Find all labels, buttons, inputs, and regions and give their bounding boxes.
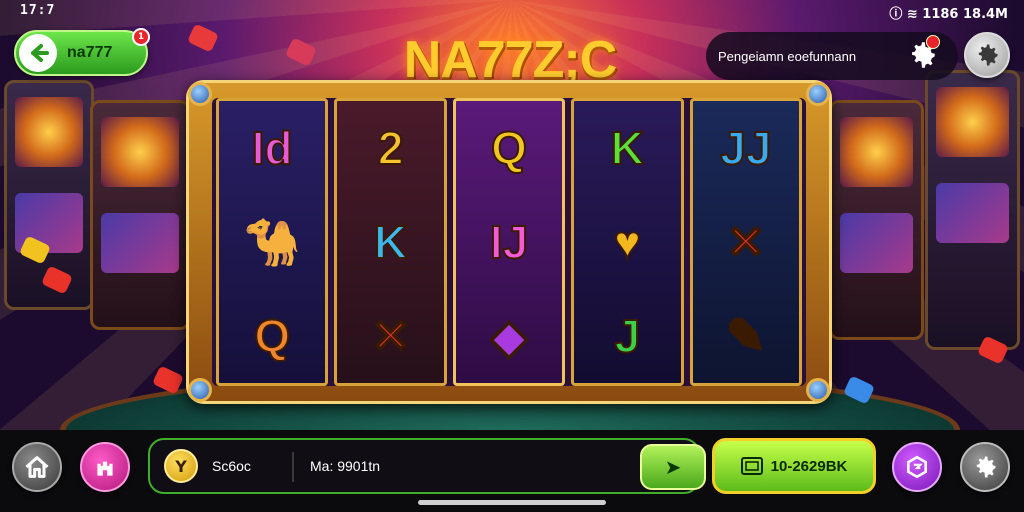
reel-column-1: Id 🐪 Q (216, 98, 329, 386)
reel-symbol: 🐪 (229, 201, 315, 283)
home-icon (25, 456, 49, 478)
reel-symbol-label: 🐪 (243, 215, 302, 269)
settings-gear-icon[interactable] (902, 35, 942, 75)
back-arrow-icon (19, 34, 57, 72)
wallet-icon (740, 457, 763, 475)
info-divider (292, 452, 294, 482)
frame-corner-gem (188, 82, 212, 106)
reel-symbol: Id (229, 107, 315, 189)
reel-symbol-label: ✕ (726, 215, 767, 269)
settings-button-bottom[interactable] (960, 442, 1010, 492)
reel-symbol-label: K (610, 121, 645, 175)
gear-icon (976, 456, 996, 478)
reel-symbol-label: Q (490, 121, 528, 175)
frame-corner-gem (806, 378, 830, 402)
reel-symbol-label: JJ (719, 121, 772, 175)
reel-symbol: IJ (466, 201, 552, 283)
reel-symbol-label: ◆ (490, 309, 527, 363)
coin-label: Sc6oc (212, 458, 251, 474)
frame-corner-gem (806, 82, 830, 106)
reel-symbol: 2 (348, 107, 434, 189)
reel-column-4: K ♥ J (571, 98, 684, 386)
reel-symbol: Q (229, 295, 315, 377)
reel-grid: Id 🐪 Q 2 K ✕ Q IJ ◆ K ♥ J JJ ✕ ✎ (212, 98, 806, 386)
gear-badge (926, 35, 940, 49)
slot-cabinet-right-1 (925, 70, 1020, 350)
castle-icon (97, 461, 113, 476)
reel-symbol-label: ✎ (726, 309, 767, 363)
hexagon-menu-icon (907, 455, 927, 479)
reel-symbol-label: Q (253, 309, 291, 363)
reel-column-5: JJ ✕ ✎ (689, 98, 803, 386)
balance-value: 10-2629BK (770, 457, 848, 475)
reel-symbol: ✕ (348, 295, 434, 377)
promo-text: Pengeiamn eoefunnann (718, 48, 857, 64)
home-indicator[interactable] (418, 500, 606, 505)
reel-symbol: ✎ (703, 295, 789, 377)
reel-symbol: K (348, 201, 434, 283)
home-button[interactable] (12, 442, 62, 492)
balance-button[interactable]: 10-2629BK (712, 438, 876, 494)
reel-symbol-label: IJ (489, 215, 529, 269)
settings-button[interactable] (964, 32, 1010, 78)
reel-column-3: Q IJ ◆ (452, 98, 566, 386)
reel-symbol: J (584, 295, 670, 377)
reel-symbol: ◆ (466, 295, 552, 377)
reel-symbol: K (584, 107, 670, 189)
reel-symbol-label: J (614, 309, 642, 363)
status-time: 17:7 (20, 3, 56, 18)
reel-symbol: ✕ (703, 201, 789, 283)
bonus-button[interactable] (80, 442, 130, 492)
slot-cabinet-right-2 (829, 100, 924, 340)
notification-badge: 1 (132, 28, 150, 46)
slot-cabinet-left-2 (90, 100, 190, 330)
reel-column-2: 2 K ✕ (334, 98, 447, 386)
coin-icon: Y (164, 449, 198, 483)
slot-reel-frame: Id 🐪 Q 2 K ✕ Q IJ ◆ K ♥ J JJ ✕ ✎ (186, 80, 832, 404)
reel-symbol-label: ♥ (613, 215, 642, 269)
reel-symbol-label: ✕ (370, 309, 411, 363)
bet-label: Ma: 9901tn (310, 458, 381, 474)
reel-symbol: ♥ (584, 201, 670, 283)
back-button-label: na777 (67, 44, 113, 61)
menu-button[interactable] (892, 442, 942, 492)
frame-corner-gem (188, 378, 212, 402)
arrow-icon: ➤ (664, 455, 682, 479)
status-indicators: ⓘ ≋ 1186 18.4M (889, 3, 1008, 22)
spin-button[interactable]: ➤ (640, 444, 706, 490)
status-right-text: ⓘ ≋ 1186 18.4M (889, 7, 1008, 22)
reel-symbol-label: 2 (377, 121, 405, 175)
reel-symbol-label: K (373, 215, 408, 269)
bet-info-bar: Y Sc6oc Ma: 9901tn (148, 438, 700, 494)
reel-symbol: JJ (703, 107, 789, 189)
back-button[interactable]: na777 1 (14, 28, 150, 76)
reel-symbol: Q (466, 107, 552, 189)
reel-symbol-label: Id (251, 121, 294, 175)
